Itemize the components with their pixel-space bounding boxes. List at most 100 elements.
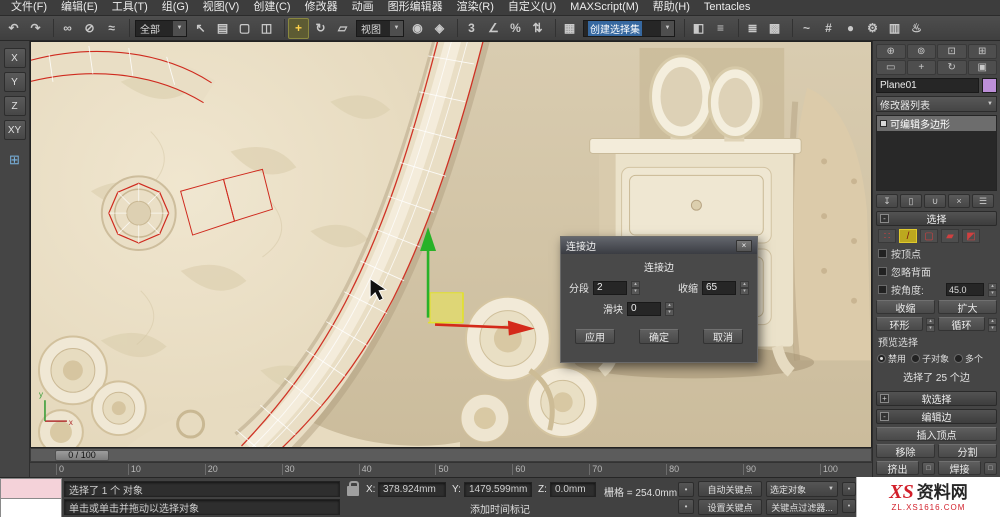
preview-option-1[interactable]: 子对象 [911, 352, 949, 365]
layer-manager-icon[interactable]: ≣ [742, 18, 763, 39]
x-coord-field[interactable]: 378.924mm [378, 482, 446, 497]
selection-lock-icon[interactable] [347, 481, 359, 496]
axis-constraint-z-button[interactable]: Z [3, 96, 26, 116]
render-production-icon[interactable]: ♨ [906, 18, 927, 39]
axis-constraint-y-button[interactable]: Y [3, 72, 26, 92]
by-vertex-row[interactable]: 按顶点 [876, 246, 997, 261]
ring-spinner[interactable]: ▴ ▾ [926, 317, 935, 332]
add-time-tag[interactable]: 添加时间标记 [470, 501, 530, 516]
segments-field[interactable]: 2 [593, 280, 627, 295]
slide-field[interactable]: 0 [627, 301, 661, 316]
material-editor-icon[interactable]: ● [840, 18, 861, 39]
menu-item-9[interactable]: 渲染(R) [450, 0, 501, 15]
modifier-list-dropdown[interactable]: 修改器列表 ▼ [876, 96, 997, 112]
spinner-up-icon[interactable]: ▴ [988, 317, 997, 325]
stack-empty-area[interactable] [877, 131, 996, 190]
loop-spinner[interactable]: ▴ ▾ [988, 317, 997, 332]
cancel-button[interactable]: 取消 [703, 329, 743, 344]
select-and-rotate-icon[interactable]: ↻ [310, 18, 331, 39]
pin-stack-icon[interactable]: ↧ [876, 194, 898, 208]
make-unique-icon[interactable]: ∪ [924, 194, 946, 208]
window-crossing-icon[interactable]: ◫ [256, 18, 277, 39]
key-filters-button[interactable]: 关键点过滤器... [766, 499, 838, 515]
set-key-button[interactable]: 设置关键点 [698, 499, 762, 515]
select-and-move-icon[interactable]: + [288, 17, 309, 39]
spinner-up-icon[interactable]: ▴ [740, 281, 749, 288]
select-and-link-icon[interactable]: ∞ [57, 18, 78, 39]
slide-spinner[interactable]: ▴ ▾ [665, 302, 674, 316]
time-config-icon[interactable]: • [842, 499, 856, 513]
zoom-extents-all-icon[interactable]: ⊞ [967, 44, 997, 59]
object-name-field[interactable]: Plane01 [876, 78, 979, 93]
rollout-selection[interactable]: - 选择 [876, 211, 997, 226]
pinch-field[interactable]: 65 [702, 280, 736, 295]
menu-item-3[interactable]: 组(G) [155, 0, 196, 15]
named-selection-dropdown[interactable]: 创建选择集 ▼ [583, 19, 675, 37]
menu-item-4[interactable]: 视图(V) [196, 0, 247, 15]
zoom-all-icon[interactable]: ⊚ [906, 44, 936, 59]
remove-modifier-icon[interactable]: × [948, 194, 970, 208]
selection-filter-dropdown[interactable]: 全部 ▼ [135, 19, 187, 37]
new-key-icon[interactable]: • [678, 499, 694, 514]
use-pivot-center-icon[interactable]: ◉ [407, 18, 428, 39]
by-angle-checkbox[interactable] [878, 285, 887, 294]
select-by-name-icon[interactable]: ▤ [212, 18, 233, 39]
spinner-up-icon[interactable]: ▴ [665, 302, 674, 309]
radio-icon[interactable] [954, 354, 964, 363]
extrude-settings-button[interactable]: □ [922, 461, 935, 475]
shrink-button[interactable]: 收缩 [876, 300, 935, 315]
apply-button[interactable]: 应用 [575, 329, 615, 344]
menu-item-0[interactable]: 文件(F) [4, 0, 54, 15]
by-vertex-checkbox[interactable] [878, 249, 887, 258]
segments-spinner[interactable]: ▴ ▾ [631, 281, 640, 295]
ignore-backfacing-row[interactable]: 忽略背面 [876, 264, 997, 279]
menu-item-12[interactable]: 帮助(H) [646, 0, 697, 15]
split-button[interactable]: 分割 [938, 444, 997, 459]
by-angle-spinner[interactable]: ▴ ▾ [988, 283, 997, 297]
spinner-up-icon[interactable]: ▴ [631, 281, 640, 288]
spinner-down-icon[interactable]: ▾ [631, 288, 640, 295]
axis-constraint-x-button[interactable]: X [3, 48, 26, 68]
mini-listener-macro-recorder[interactable] [0, 478, 62, 498]
ref-coord-dropdown[interactable]: 视图 ▼ [356, 19, 404, 37]
angle-snap-icon[interactable]: ∠ [483, 18, 504, 39]
unlink-selection-icon[interactable]: ⊘ [79, 18, 100, 39]
curve-editor-icon[interactable]: ~ [796, 18, 817, 39]
menu-item-10[interactable]: 自定义(U) [501, 0, 563, 15]
edge-subobject-icon[interactable]: / [899, 229, 917, 243]
menu-item-11[interactable]: MAXScript(M) [563, 0, 645, 15]
selection-region-icon[interactable]: ▢ [234, 18, 255, 39]
object-color-swatch[interactable] [982, 78, 997, 93]
remove-button[interactable]: 移除 [876, 444, 935, 459]
menu-item-1[interactable]: 编辑(E) [54, 0, 105, 15]
graphite-ribbon-icon[interactable]: ▩ [764, 18, 785, 39]
pan-view-icon[interactable]: + [906, 60, 936, 75]
element-subobject-icon[interactable]: ◩ [962, 229, 980, 243]
grow-button[interactable]: 扩大 [938, 300, 997, 315]
rollout-edit-edges[interactable]: - 编辑边 [876, 409, 997, 424]
zoom-extents-icon[interactable]: ⊡ [937, 44, 967, 59]
z-coord-field[interactable]: 0.0mm [550, 482, 596, 497]
spinner-down-icon[interactable]: ▾ [665, 309, 674, 316]
show-end-result-icon[interactable]: ▯ [900, 194, 922, 208]
percent-snap-icon[interactable]: % [505, 18, 526, 39]
select-object-icon[interactable]: ↖ [190, 18, 211, 39]
modifier-visibility-icon[interactable] [880, 120, 887, 127]
align-icon[interactable]: ≡ [710, 18, 731, 39]
spinner-up-icon[interactable]: ▴ [926, 317, 935, 325]
preview-option-2[interactable]: 多个 [954, 352, 983, 365]
weld-button[interactable]: 焊接 [938, 461, 981, 476]
extrude-button[interactable]: 挤出 [876, 461, 919, 476]
pinch-spinner[interactable]: ▴ ▾ [740, 281, 749, 295]
spinner-down-icon[interactable]: ▾ [926, 324, 935, 332]
spinner-down-icon[interactable]: ▾ [988, 290, 997, 297]
snap-use-axis-constraints-icon[interactable]: ⊞ [9, 152, 20, 168]
selected-filter-dropdown[interactable]: 选定对象 ▼ [766, 481, 838, 497]
edit-named-selection-sets-icon[interactable]: ▦ [559, 18, 580, 39]
y-coord-field[interactable]: 1479.599mm [464, 482, 532, 497]
spinner-up-icon[interactable]: ▴ [988, 283, 997, 290]
schematic-view-icon[interactable]: # [818, 18, 839, 39]
maximize-viewport-icon[interactable]: ▣ [967, 60, 997, 75]
select-and-manipulate-icon[interactable]: ◈ [429, 18, 450, 39]
insert-vertex-button[interactable]: 插入顶点 [876, 427, 997, 442]
